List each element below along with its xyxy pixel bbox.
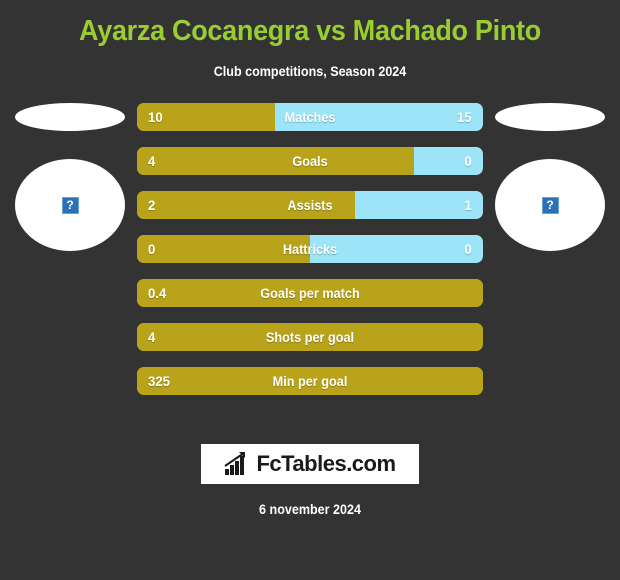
- flag-placeholder-home: [15, 103, 125, 131]
- stat-bar-home-value: 4: [148, 153, 156, 169]
- broken-image-glyph-home: ?: [66, 198, 74, 212]
- page-title: Ayarza Cocanegra vs Machado Pinto: [79, 15, 541, 47]
- stat-bar-home-value: 0: [148, 241, 156, 257]
- footer-date: 6 november 2024: [259, 502, 361, 517]
- stat-bar-list: 10 Matches 15 4 Goals 0 2 Assists 1 0 Hattricks 0 0.…: [137, 103, 483, 411]
- stat-bar-home-value: 10: [148, 109, 163, 125]
- fctables-logo-text: FcTables.com: [256, 451, 396, 476]
- avatar-away: ?: [495, 159, 605, 251]
- stat-bar-away-value: 0: [464, 241, 472, 257]
- stat-bar-row: 0 Hattricks 0: [137, 235, 483, 263]
- flag-placeholder-away: [495, 103, 605, 131]
- avatar-home: ?: [15, 159, 125, 251]
- broken-image-icon-home: ?: [61, 196, 79, 214]
- page-header: Ayarza Cocanegra vs Machado Pinto Club c…: [0, 0, 620, 79]
- stat-bar-home-value: 0.4: [148, 285, 167, 301]
- broken-image-icon-away: ?: [541, 196, 559, 214]
- stat-bar-row: 325 Min per goal: [137, 367, 483, 395]
- broken-image-glyph-away: ?: [546, 198, 554, 212]
- stat-bar-row: 4 Shots per goal: [137, 323, 483, 351]
- page-subtitle: Club competitions, Season 2024: [213, 64, 407, 79]
- stat-bar-home-fill: [137, 147, 414, 175]
- player-home[interactable]: ?: [0, 103, 140, 253]
- stat-bar-home-fill: [137, 323, 483, 351]
- stat-bar-row: 10 Matches 15: [137, 103, 483, 131]
- comparison-section: ? ? 10 Matches 15 4 Goals 0 2 Assists 1 0 Hattrick…: [0, 103, 620, 413]
- footer-logo-wrap: FcTables.com: [0, 444, 620, 484]
- stat-bar-home-fill: [137, 191, 355, 219]
- stat-bar-home-fill: [137, 367, 483, 395]
- bar-chart-icon: [224, 452, 246, 475]
- stat-bar-home-value: 2: [148, 197, 156, 213]
- stat-bar-home-fill: [137, 235, 310, 263]
- stat-bar-away-value: 1: [464, 197, 472, 213]
- stat-bar-row: 2 Assists 1: [137, 191, 483, 219]
- stat-bar-row: 4 Goals 0: [137, 147, 483, 175]
- stat-bar-home-value: 4: [148, 329, 156, 345]
- player-away[interactable]: ?: [480, 103, 620, 253]
- stat-bar-row: 0.4 Goals per match: [137, 279, 483, 307]
- stat-bar-home-fill: [137, 279, 483, 307]
- stat-bar-away-value: 15: [457, 109, 472, 125]
- stat-bar-home-value: 325: [148, 373, 170, 389]
- fctables-logo[interactable]: FcTables.com: [201, 444, 419, 484]
- stat-bar-away-value: 0: [464, 153, 472, 169]
